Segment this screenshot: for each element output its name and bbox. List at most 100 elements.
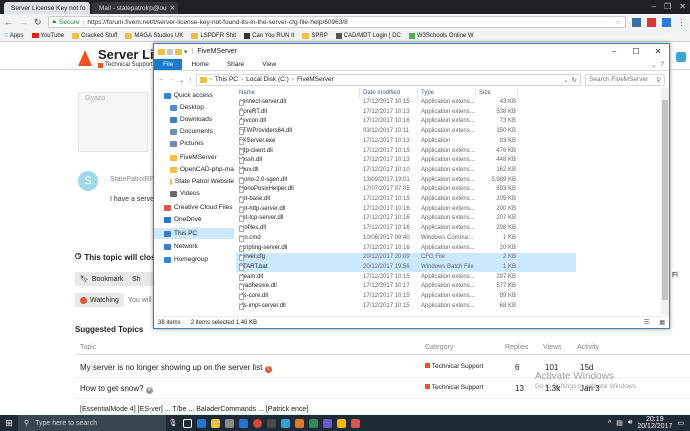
store-icon[interactable] bbox=[222, 415, 236, 431]
app-icon[interactable] bbox=[334, 415, 348, 431]
breadcrumb-this-pc[interactable]: This PC bbox=[215, 76, 238, 83]
start-button[interactable]: ⊞ bbox=[0, 415, 18, 431]
nav-item-network[interactable]: Network bbox=[154, 241, 234, 252]
forward-icon[interactable]: → bbox=[19, 17, 28, 27]
notifications-icon[interactable]: ▭ bbox=[677, 419, 684, 427]
file-explorer-window[interactable]: ▾ | FiveMServer – ☐ ✕ File Home Share Vi… bbox=[153, 43, 670, 329]
up-icon[interactable]: ↑ bbox=[188, 76, 191, 83]
extension-icon[interactable] bbox=[647, 17, 656, 27]
bookmark-can-you-run-it[interactable]: Can You RUN It bbox=[244, 32, 294, 39]
explorer-address-bar[interactable]: › This PC › Local Disk (C:) › FiveMServe… bbox=[195, 73, 581, 86]
minimize-icon[interactable]: – bbox=[603, 44, 625, 59]
vertical-scrollbar[interactable] bbox=[661, 88, 669, 315]
file-row[interactable]: START.bat 20/12/2017 19:56 Windows Batch F… bbox=[236, 262, 576, 273]
close-window-icon[interactable]: ✕ bbox=[679, 2, 686, 11]
quick-save-icon[interactable] bbox=[167, 48, 173, 55]
file-row[interactable]: server.cfg 20/12/2017 20:09 CFG File 2 KB bbox=[236, 253, 576, 263]
app-icon[interactable] bbox=[278, 415, 292, 431]
nav-item-videos[interactable]: Videos bbox=[154, 188, 234, 199]
breadcrumb-fivemserver[interactable]: FiveMServer bbox=[297, 76, 334, 83]
file-row[interactable]: net-base.dll 17/12/2017 10:15 Application … bbox=[236, 195, 576, 205]
file-row[interactable]: libssh.dll 17/12/2017 10:13 Application ex… bbox=[236, 156, 576, 166]
ribbon-tab-view[interactable]: View bbox=[253, 59, 285, 70]
nav-item-fivemserver[interactable]: FiveMServer bbox=[154, 152, 234, 163]
file-row[interactable]: net-tcp-server.dll 17/12/2017 10:16 Applic… bbox=[236, 214, 576, 224]
breadcrumb-local-disk[interactable]: Local Disk (C:) bbox=[246, 76, 289, 83]
close-icon[interactable]: ✕ bbox=[647, 44, 669, 59]
watching-button[interactable]: Watching bbox=[75, 293, 124, 307]
share-button[interactable]: Sh bbox=[127, 272, 153, 286]
app-icon[interactable] bbox=[320, 415, 334, 431]
details-view-icon[interactable]: ☰ bbox=[644, 319, 649, 326]
table-row[interactable]: [EssentialMode 4] [ES-ver] ... T/be ... … bbox=[75, 400, 690, 415]
file-row[interactable]: libuv.dll 17/12/2017 10:10 Application ext… bbox=[236, 166, 576, 176]
bookmark-lspdfr[interactable]: LSPDFR Shit bbox=[191, 32, 236, 39]
nav-item-this-pc[interactable]: This PC bbox=[154, 228, 234, 239]
bookmark-sprp[interactable]: SPRP bbox=[302, 32, 328, 39]
topic-link[interactable]: My server is no longer showing up on the… bbox=[80, 363, 272, 373]
file-row[interactable]: vfs-core.dll 17/12/2017 10:15 Application … bbox=[236, 292, 576, 302]
network-icon[interactable]: ▤ bbox=[616, 419, 623, 427]
volume-icon[interactable]: 🔊︎ bbox=[628, 419, 632, 427]
file-row[interactable]: MonoPosixHelper.dll 17/07/2017 07:05 Appli… bbox=[236, 185, 576, 195]
flag-button[interactable]: Fl bbox=[672, 272, 678, 279]
clock[interactable]: 20:19 20/12/2017 bbox=[637, 416, 672, 430]
nav-item-creative-cloud-files[interactable]: Creative Cloud Files bbox=[154, 202, 234, 213]
bookmark-button[interactable]: 🔖︎ Bookmark bbox=[75, 272, 129, 286]
edge-icon[interactable] bbox=[194, 415, 208, 431]
file-row[interactable]: net-http-server.dll 17/12/2017 10:16 Appli… bbox=[236, 205, 576, 215]
topic-link[interactable]: How to get snow? 4 bbox=[80, 384, 153, 394]
forward-icon[interactable]: → bbox=[169, 76, 176, 83]
post-avatar[interactable]: S bbox=[78, 171, 98, 191]
topic-category[interactable]: Technical Support bbox=[425, 384, 483, 391]
taskbar-search-input[interactable]: ⚲ Type here to search bbox=[18, 415, 166, 431]
large-icons-view-icon[interactable]: ▦ bbox=[659, 319, 669, 326]
address-bar[interactable]: 🔒︎ Secure | https://forum.fivem.net/t/se… bbox=[47, 16, 626, 28]
file-row[interactable]: scripting-server.dll 17/12/2017 10:16 Appl… bbox=[236, 244, 576, 254]
chevron-down-icon[interactable]: ⌄ bbox=[563, 76, 568, 84]
tab-mail[interactable]: Mail - statepatrolrp@ou ✕ bbox=[92, 2, 178, 14]
task-view-icon[interactable] bbox=[180, 415, 194, 431]
file-row[interactable]: ETWProviders64.dll 03/12/2017 10:11 Applic… bbox=[236, 127, 576, 137]
file-row[interactable]: connect-server.dll 17/12/2017 10:15 Applic… bbox=[236, 98, 576, 108]
new-folder-icon[interactable] bbox=[175, 48, 182, 55]
extension-icon[interactable] bbox=[632, 17, 641, 27]
maximize-icon[interactable]: ❐ bbox=[664, 2, 671, 11]
bookmark-youtube[interactable]: YouTube bbox=[31, 33, 64, 39]
maximize-icon[interactable]: ☐ bbox=[625, 44, 647, 59]
back-icon[interactable]: ← bbox=[4, 17, 13, 27]
bookmark-apps[interactable]: ⁝⁝ Apps bbox=[4, 32, 24, 40]
app-icon[interactable] bbox=[264, 415, 278, 431]
nav-item-pictures[interactable]: Pictures bbox=[154, 138, 234, 149]
cortana-mic-icon[interactable]: 🎙︎ bbox=[166, 415, 180, 431]
close-icon[interactable]: ✕ bbox=[170, 4, 175, 12]
app-icon[interactable] bbox=[306, 415, 320, 431]
extension-icon[interactable] bbox=[662, 17, 671, 27]
mail-icon[interactable] bbox=[236, 415, 250, 431]
chrome-icon[interactable] bbox=[250, 415, 264, 431]
nav-item-state-patrol-website[interactable]: State Patrol Website bbox=[154, 176, 234, 187]
back-icon[interactable]: ← bbox=[158, 76, 165, 83]
ribbon-tab-file[interactable]: File bbox=[154, 59, 183, 70]
explorer-icon[interactable] bbox=[208, 415, 222, 431]
chevron-up-icon[interactable]: ^ bbox=[608, 420, 611, 427]
column-type[interactable]: Type bbox=[418, 88, 476, 98]
close-icon[interactable]: ✕ bbox=[88, 4, 90, 12]
scrollbar-thumb[interactable] bbox=[662, 100, 668, 300]
topic-category[interactable]: Technical Support bbox=[425, 363, 483, 370]
bookmark-w3schools[interactable]: W3Schools Online W bbox=[408, 32, 474, 39]
expand-ribbon-icon[interactable]: ⌄ bbox=[651, 59, 660, 70]
explorer-title-bar[interactable]: ▾ | FiveMServer – ☐ ✕ bbox=[154, 44, 669, 59]
nav-item-homegroup[interactable]: Homegroup bbox=[154, 254, 234, 265]
nav-item-downloads[interactable]: Downloads bbox=[154, 114, 234, 125]
file-row[interactable]: run.cmd 10/06/2017 09:40 Windows Comma... 1… bbox=[236, 234, 576, 244]
file-row[interactable]: profiles.dll 17/12/2017 10:16 Application … bbox=[236, 224, 576, 234]
nav-item-documents[interactable]: Documents bbox=[154, 126, 234, 137]
star-bookmark-icon[interactable]: ☆ bbox=[615, 18, 621, 26]
file-row[interactable]: svadhesive.dll 17/12/2017 10:17 Applicatio… bbox=[236, 282, 576, 292]
menu-icon[interactable]: ⋮ bbox=[677, 17, 686, 28]
recent-locations-icon[interactable]: ⌄ bbox=[179, 76, 184, 84]
file-row[interactable]: mono-2.0-sgen.dll 13/09/2017 19:01 Applica… bbox=[236, 176, 576, 186]
ribbon-tab-home[interactable]: Home bbox=[182, 59, 217, 70]
ribbon-tab-share[interactable]: Share bbox=[218, 59, 253, 70]
